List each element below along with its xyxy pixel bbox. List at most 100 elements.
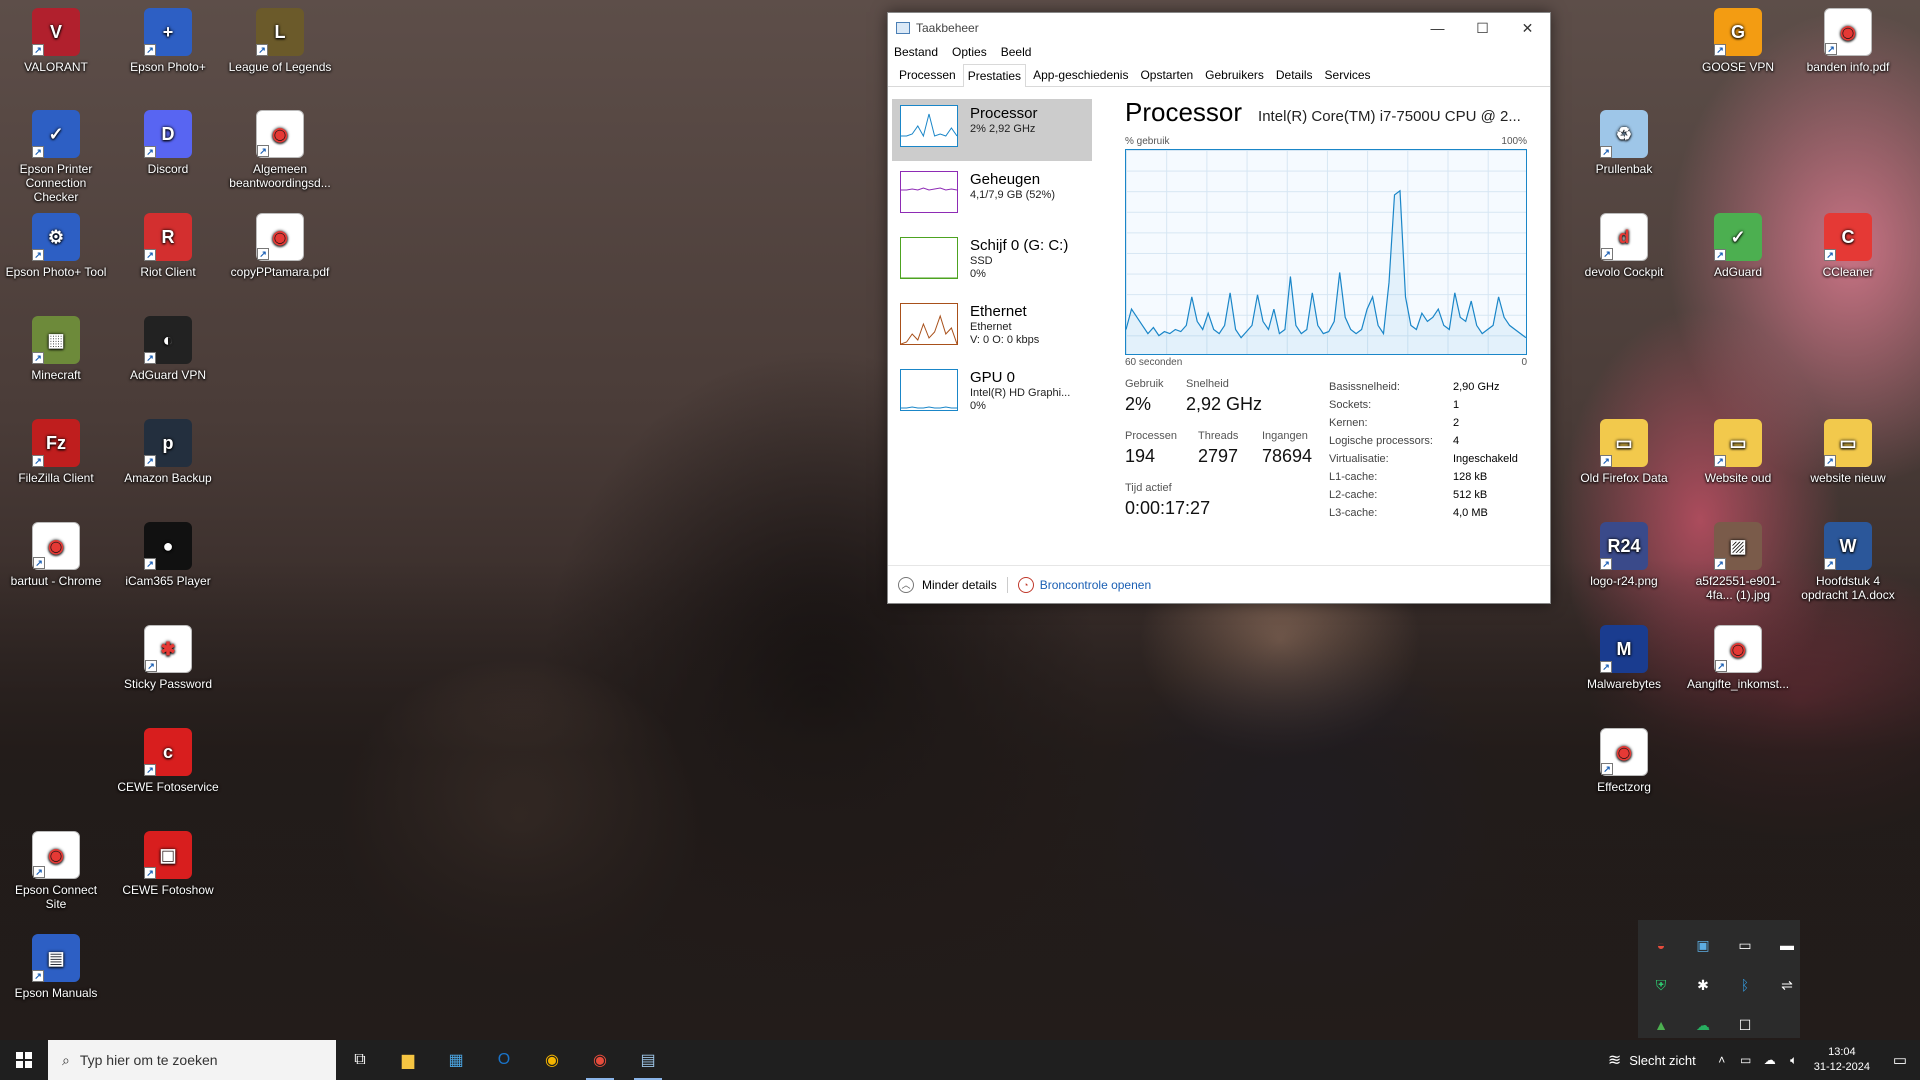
sidebar-item-gpu[interactable]: GPU 0 Intel(R) HD Graphi... 0% bbox=[892, 363, 1092, 425]
shortcut-arrow-icon: ↗ bbox=[32, 455, 44, 467]
clock[interactable]: 13:04 31-12-2024 bbox=[1814, 1045, 1870, 1075]
tab-app-history[interactable]: App-geschiedenis bbox=[1028, 63, 1133, 86]
tab-performance[interactable]: Prestaties bbox=[962, 64, 1027, 87]
sidebar-item-schijf[interactable]: Schijf 0 (G: C:) SSD 0% bbox=[892, 231, 1092, 293]
volume-icon[interactable]: 🔈︎ bbox=[1782, 1053, 1806, 1068]
desktop-icon[interactable]: C ↗ CCleaner bbox=[1796, 213, 1900, 279]
desktop-icon[interactable]: ◉ ↗ Aangifte_inkomst... bbox=[1686, 625, 1790, 691]
tab-processes[interactable]: Processen bbox=[894, 63, 961, 86]
desktop-icon[interactable]: ◉ ↗ banden info.pdf bbox=[1796, 8, 1900, 74]
app-icon-glyph: ◉ bbox=[48, 536, 64, 556]
sidebar-item-geheugen[interactable]: Geheugen 4,1/7,9 GB (52%) bbox=[892, 165, 1092, 227]
meet-now-icon[interactable]: ▭ bbox=[1734, 1053, 1758, 1067]
desktop-icon[interactable]: V ↗ VALORANT bbox=[4, 8, 108, 74]
minimize-button[interactable]: — bbox=[1415, 13, 1460, 43]
app-icon-glyph: ▭ bbox=[1729, 433, 1747, 453]
title-bar[interactable]: Taakbeheer — ☐ ✕ bbox=[888, 13, 1550, 43]
tray-usb-icon[interactable]: ⇌ bbox=[1767, 966, 1807, 1004]
tray-cloud-icon[interactable]: ☁ bbox=[1683, 1006, 1723, 1044]
app-icon-glyph: M bbox=[1616, 639, 1632, 659]
sidebar-item-label: Processor bbox=[970, 105, 1038, 122]
desktop-icon[interactable]: ▤ ↗ Epson Manuals bbox=[4, 934, 108, 1000]
desktop-icon[interactable]: ◉ ↗ Effectzorg bbox=[1572, 728, 1676, 794]
maximize-button[interactable]: ☐ bbox=[1460, 13, 1505, 43]
spec-value: 512 kB bbox=[1453, 489, 1488, 501]
app-icon-glyph: ◉ bbox=[272, 124, 288, 144]
shortcut-arrow-icon: ↗ bbox=[145, 660, 157, 672]
menu-view[interactable]: Beeld bbox=[1001, 43, 1040, 63]
store-button[interactable]: ▦ bbox=[432, 1040, 480, 1080]
outlook-button[interactable]: O bbox=[480, 1040, 528, 1080]
desktop-icon[interactable]: ◉ ↗ Epson Connect Site bbox=[4, 831, 108, 911]
desktop-icon[interactable]: D ↗ Discord bbox=[116, 110, 220, 176]
desktop-icon[interactable]: R24 ↗ logo-r24.png bbox=[1572, 522, 1676, 588]
sidebar-item-ethernet[interactable]: Ethernet Ethernet V: 0 O: 0 kbps bbox=[892, 297, 1092, 359]
tab-users[interactable]: Gebruikers bbox=[1200, 63, 1269, 86]
spec-label: Logische processors: bbox=[1329, 435, 1433, 447]
desktop-icon[interactable]: L ↗ League of Legends bbox=[228, 8, 332, 74]
sidebar-item-processor[interactable]: Processor 2% 2,92 GHz bbox=[892, 99, 1092, 161]
desktop-icon[interactable]: ▨ ↗ a5f22551-e901-4fa... (1).jpg bbox=[1686, 522, 1790, 602]
desktop-icon-label: logo-r24.png bbox=[1590, 574, 1658, 588]
tray-drive-icon[interactable]: ▲ bbox=[1641, 1006, 1681, 1044]
desktop-icon[interactable]: ▭ ↗ Website oud bbox=[1686, 419, 1790, 485]
open-resource-monitor-link[interactable]: Broncontrole openen bbox=[1040, 578, 1151, 592]
tray-window-icon[interactable]: ☐ bbox=[1725, 1006, 1765, 1044]
desktop-icon[interactable]: ▭ ↗ website nieuw bbox=[1796, 419, 1900, 485]
tray-bluetooth-icon[interactable]: ᛒ bbox=[1725, 966, 1765, 1004]
desktop-icon[interactable]: ▣ ↗ CEWE Fotoshow bbox=[116, 831, 220, 897]
tab-startup[interactable]: Opstarten bbox=[1135, 63, 1198, 86]
chevron-up-icon[interactable]: ︿ bbox=[898, 576, 914, 593]
desktop-icon[interactable]: G ↗ GOOSE VPN bbox=[1686, 8, 1790, 74]
desktop-icon[interactable]: p ↗ Amazon Backup bbox=[116, 419, 220, 485]
search-box[interactable]: ⌕ Typ hier om te zoeken bbox=[48, 1040, 336, 1080]
tray-defender-icon[interactable]: ⛨ bbox=[1641, 966, 1681, 1004]
chevron-up-icon[interactable]: ˄ bbox=[1710, 1053, 1734, 1067]
desktop-icon[interactable]: c ↗ CEWE Fotoservice bbox=[116, 728, 220, 794]
desktop-icon[interactable]: ▦ ↗ Minecraft bbox=[4, 316, 108, 382]
resource-monitor-icon: ◔ bbox=[1017, 576, 1034, 593]
desktop-icon[interactable]: ✓ ↗ Epson Printer Connection Checker bbox=[4, 110, 108, 204]
tray-steam-icon[interactable]: ◒ bbox=[1641, 926, 1681, 964]
menu-options[interactable]: Opties bbox=[952, 43, 995, 63]
desktop-icon[interactable]: M ↗ Malwarebytes bbox=[1572, 625, 1676, 691]
onedrive-icon[interactable]: ☁ bbox=[1758, 1053, 1782, 1067]
tab-services[interactable]: Services bbox=[1320, 63, 1376, 86]
file-explorer-button[interactable]: ▆ bbox=[384, 1040, 432, 1080]
tray-network-icon[interactable]: ▣ bbox=[1683, 926, 1723, 964]
desktop-icon[interactable]: d ↗ devolo Cockpit bbox=[1572, 213, 1676, 279]
chrome-profile-button[interactable]: ◉ bbox=[576, 1040, 624, 1080]
task-manager-taskbar-button[interactable]: ▤ bbox=[624, 1040, 672, 1080]
desktop-icon[interactable]: Fz ↗ FileZilla Client bbox=[4, 419, 108, 485]
desktop-icon[interactable]: ✱ ↗ Sticky Password bbox=[116, 625, 220, 691]
desktop-icon[interactable]: ⚙ ↗ Epson Photo+ Tool bbox=[4, 213, 108, 279]
start-button[interactable] bbox=[0, 1040, 48, 1080]
stat-uptime-label: Tijd actief bbox=[1125, 482, 1172, 494]
notification-icon[interactable]: ▭ bbox=[1880, 1051, 1920, 1069]
desktop-icon[interactable]: ● ↗ iCam365 Player bbox=[116, 522, 220, 588]
weather-widget[interactable]: ≋ Slecht zicht bbox=[1608, 1050, 1696, 1070]
desktop-icon[interactable]: R ↗ Riot Client bbox=[116, 213, 220, 279]
menu-file[interactable]: Bestand bbox=[894, 43, 946, 63]
tab-details[interactable]: Details bbox=[1271, 63, 1318, 86]
task-manager-icon bbox=[896, 22, 910, 34]
desktop-icon[interactable]: W ↗ Hoofdstuk 4 opdracht 1A.docx bbox=[1796, 522, 1900, 602]
chrome-button[interactable]: ◉ bbox=[528, 1040, 576, 1080]
mini-graph bbox=[900, 237, 958, 279]
fewer-details-link[interactable]: Minder details bbox=[922, 578, 997, 592]
desktop-icon[interactable]: ✓ ↗ AdGuard bbox=[1686, 213, 1790, 279]
desktop-icon-label: AdGuard VPN bbox=[129, 368, 207, 382]
desktop-icon[interactable]: ◉ ↗ bartuut - Chrome bbox=[4, 522, 108, 588]
desktop-icon[interactable]: + ↗ Epson Photo+ bbox=[116, 8, 220, 74]
tray-battery-icon[interactable]: ▬ bbox=[1767, 926, 1807, 964]
tray-sticky-password-icon[interactable]: ✱ bbox=[1683, 966, 1723, 1004]
desktop-icon[interactable]: ◉ ↗ Algemeen beantwoordingsd... bbox=[228, 110, 332, 190]
desktop-icon[interactable]: ◐ ↗ AdGuard VPN bbox=[116, 316, 220, 382]
tray-monitor-icon[interactable]: ▭ bbox=[1725, 926, 1765, 964]
app-icon-glyph: ▤ bbox=[47, 948, 65, 968]
close-button[interactable]: ✕ bbox=[1505, 13, 1550, 43]
desktop-icon[interactable]: ♻ ↗ Prullenbak bbox=[1572, 110, 1676, 176]
desktop-icon[interactable]: ▭ ↗ Old Firefox Data bbox=[1572, 419, 1676, 485]
desktop-icon[interactable]: ◉ ↗ copyPPtamara.pdf bbox=[228, 213, 332, 279]
task-view-button[interactable]: ⧉ bbox=[336, 1040, 384, 1080]
